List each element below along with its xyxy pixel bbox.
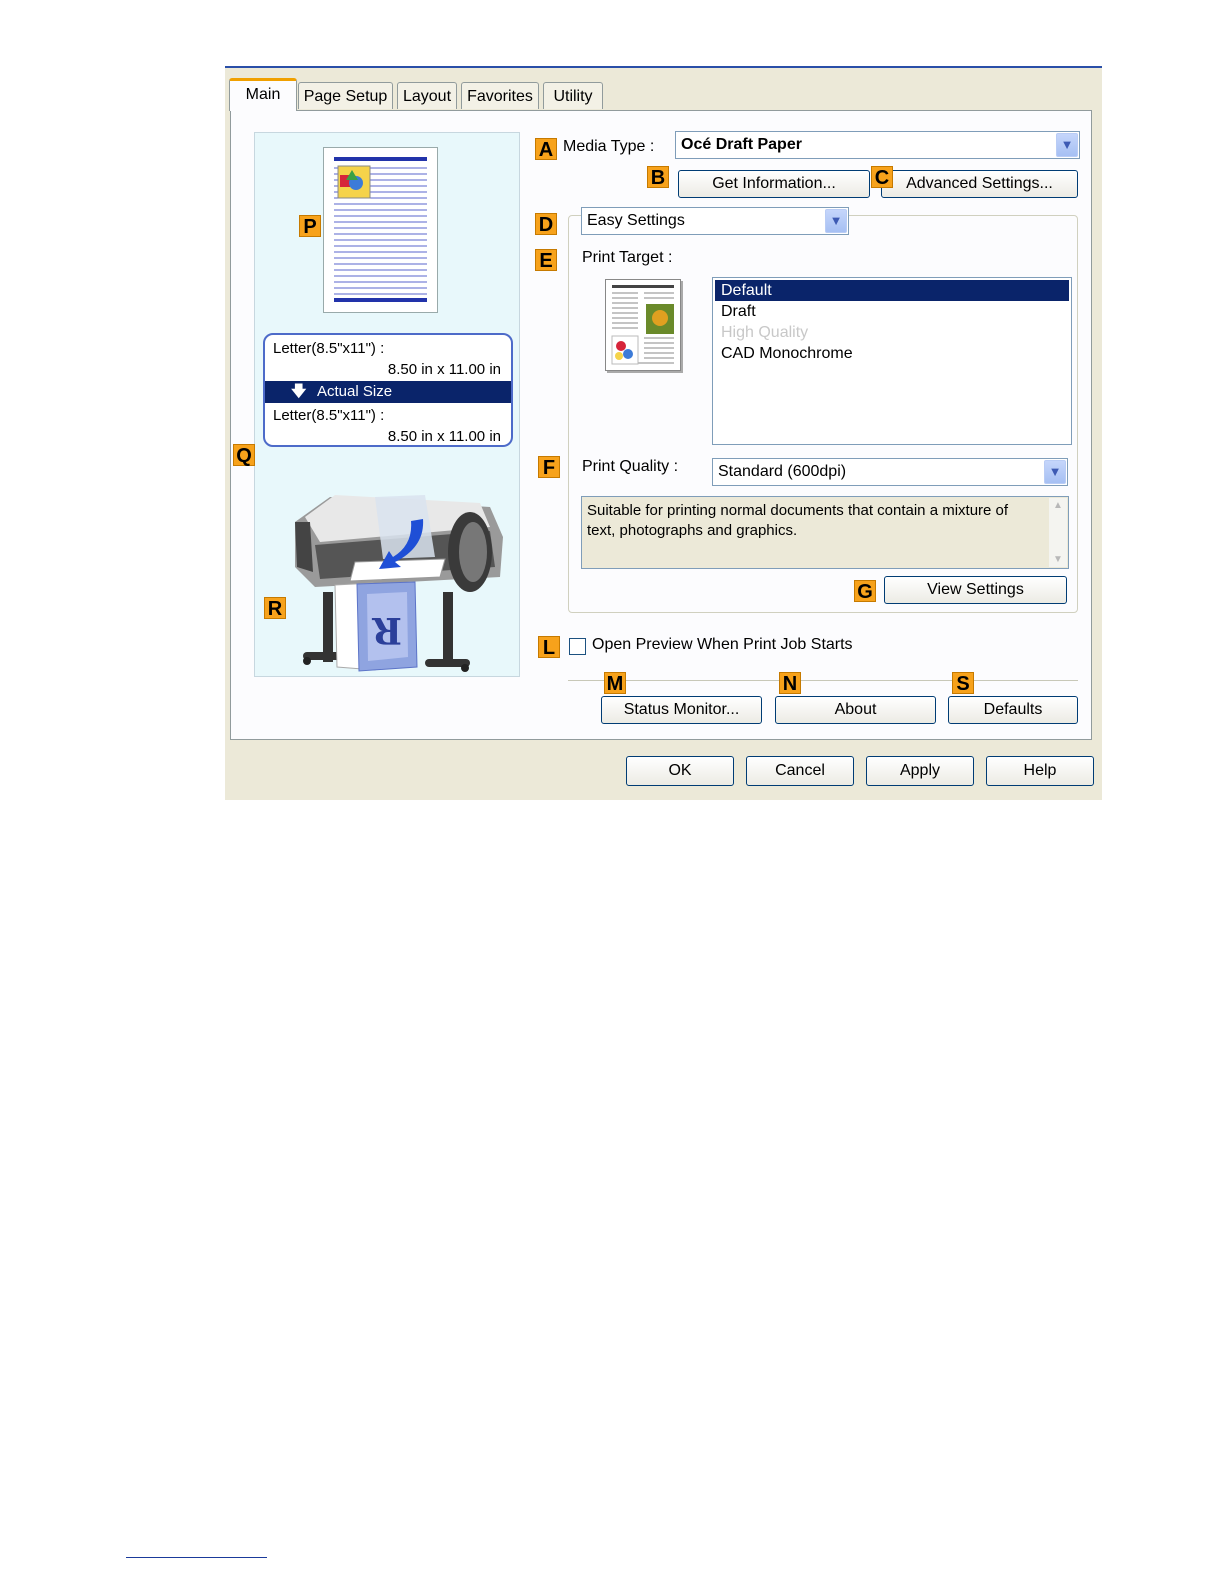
- printer-illustration: R: [295, 495, 503, 672]
- print-quality-label: Print Quality :: [582, 458, 679, 475]
- chevron-down-icon[interactable]: ▼: [825, 209, 847, 233]
- list-item-default[interactable]: Default: [715, 280, 1069, 301]
- original-paper-name: Letter(8.5"x11") :: [273, 340, 385, 357]
- about-button[interactable]: About: [775, 696, 936, 724]
- scaling-label: Actual Size: [317, 383, 393, 400]
- print-quality-description-box: Suitable for printing normal documents t…: [581, 496, 1069, 569]
- marker-s: S: [952, 672, 974, 695]
- scaling-row: 🡇 Actual Size: [265, 381, 511, 403]
- ok-button[interactable]: OK: [626, 756, 734, 786]
- scroll-up-icon[interactable]: ▲: [1049, 500, 1067, 511]
- view-settings-button[interactable]: View Settings: [884, 576, 1067, 604]
- marker-d: D: [535, 213, 557, 236]
- tab-layout[interactable]: Layout: [397, 82, 457, 109]
- marker-g: G: [854, 580, 876, 603]
- main-tab-panel: Letter(8.5"x11") : 8.50 in x 11.00 in 🡇 …: [230, 110, 1092, 740]
- marker-m: M: [604, 672, 626, 695]
- tab-utility[interactable]: Utility: [543, 82, 603, 109]
- marker-c: C: [871, 166, 893, 189]
- print-quality-value: Standard (600dpi): [718, 463, 847, 480]
- output-paper-name: Letter(8.5"x11") :: [273, 407, 385, 424]
- chevron-down-icon[interactable]: ▼: [1044, 460, 1066, 484]
- marker-r: R: [264, 597, 286, 620]
- cancel-button[interactable]: Cancel: [746, 756, 854, 786]
- document-preview-graphic: [611, 285, 674, 365]
- defaults-button[interactable]: Defaults: [948, 696, 1078, 724]
- original-paper-size: 8.50 in x 11.00 in: [387, 361, 501, 378]
- media-type-select[interactable]: Océ Draft Paper ▼: [675, 131, 1080, 159]
- print-target-label: Print Target :: [582, 249, 673, 266]
- paper-size-summary: Letter(8.5"x11") : 8.50 in x 11.00 in 🡇 …: [263, 333, 513, 447]
- page-layout-preview: [323, 147, 438, 313]
- settings-mode-value: Easy Settings: [587, 212, 685, 229]
- marker-l: L: [538, 636, 560, 659]
- marker-b: B: [647, 166, 669, 189]
- media-type-label: Media Type :: [563, 138, 655, 155]
- chevron-down-icon[interactable]: ▼: [1056, 133, 1078, 157]
- get-information-button[interactable]: Get Information...: [678, 170, 870, 198]
- open-preview-label[interactable]: Open Preview When Print Job Starts: [592, 636, 853, 654]
- scroll-down-icon[interactable]: ▼: [1049, 554, 1067, 565]
- list-item-draft[interactable]: Draft: [715, 301, 1069, 322]
- open-preview-checkbox[interactable]: [569, 638, 586, 655]
- description-scrollbar[interactable]: ▲ ▼: [1049, 498, 1067, 567]
- output-paper-size: 8.50 in x 11.00 in: [387, 428, 501, 445]
- advanced-settings-button[interactable]: Advanced Settings...: [881, 170, 1078, 198]
- tab-main[interactable]: Main: [229, 78, 297, 111]
- marker-n: N: [779, 672, 801, 695]
- list-item-cad-monochrome[interactable]: CAD Monochrome: [715, 343, 1069, 364]
- arrow-down-icon: 🡇: [291, 383, 307, 400]
- printer-sheet-letter: R: [371, 609, 402, 651]
- page-preview-graphic: [334, 157, 427, 302]
- help-button[interactable]: Help: [986, 756, 1094, 786]
- bottom-separator: [568, 680, 1078, 681]
- apply-button[interactable]: Apply: [866, 756, 974, 786]
- marker-e: E: [535, 249, 557, 272]
- print-target-thumbnail: [605, 279, 681, 371]
- preview-area: Letter(8.5"x11") : 8.50 in x 11.00 in 🡇 …: [254, 132, 520, 677]
- marker-a: A: [535, 138, 557, 161]
- tab-favorites[interactable]: Favorites: [461, 82, 539, 109]
- tab-page-setup[interactable]: Page Setup: [298, 82, 393, 109]
- settings-mode-select[interactable]: Easy Settings ▼: [581, 207, 849, 235]
- marker-f: F: [538, 456, 560, 479]
- print-target-list[interactable]: Default Draft High Quality CAD Monochrom…: [712, 277, 1072, 445]
- footnote-separator-line: [126, 1557, 267, 1558]
- marker-p: P: [299, 215, 321, 238]
- status-monitor-button[interactable]: Status Monitor...: [601, 696, 762, 724]
- print-quality-select[interactable]: Standard (600dpi) ▼: [712, 458, 1068, 486]
- printer-properties-dialog: Main Page Setup Layout Favorites Utility: [225, 66, 1102, 800]
- list-item-high-quality: High Quality: [721, 324, 809, 341]
- print-quality-description: Suitable for printing normal documents t…: [587, 502, 1009, 539]
- media-type-value: Océ Draft Paper: [681, 136, 802, 153]
- marker-q: Q: [233, 444, 255, 467]
